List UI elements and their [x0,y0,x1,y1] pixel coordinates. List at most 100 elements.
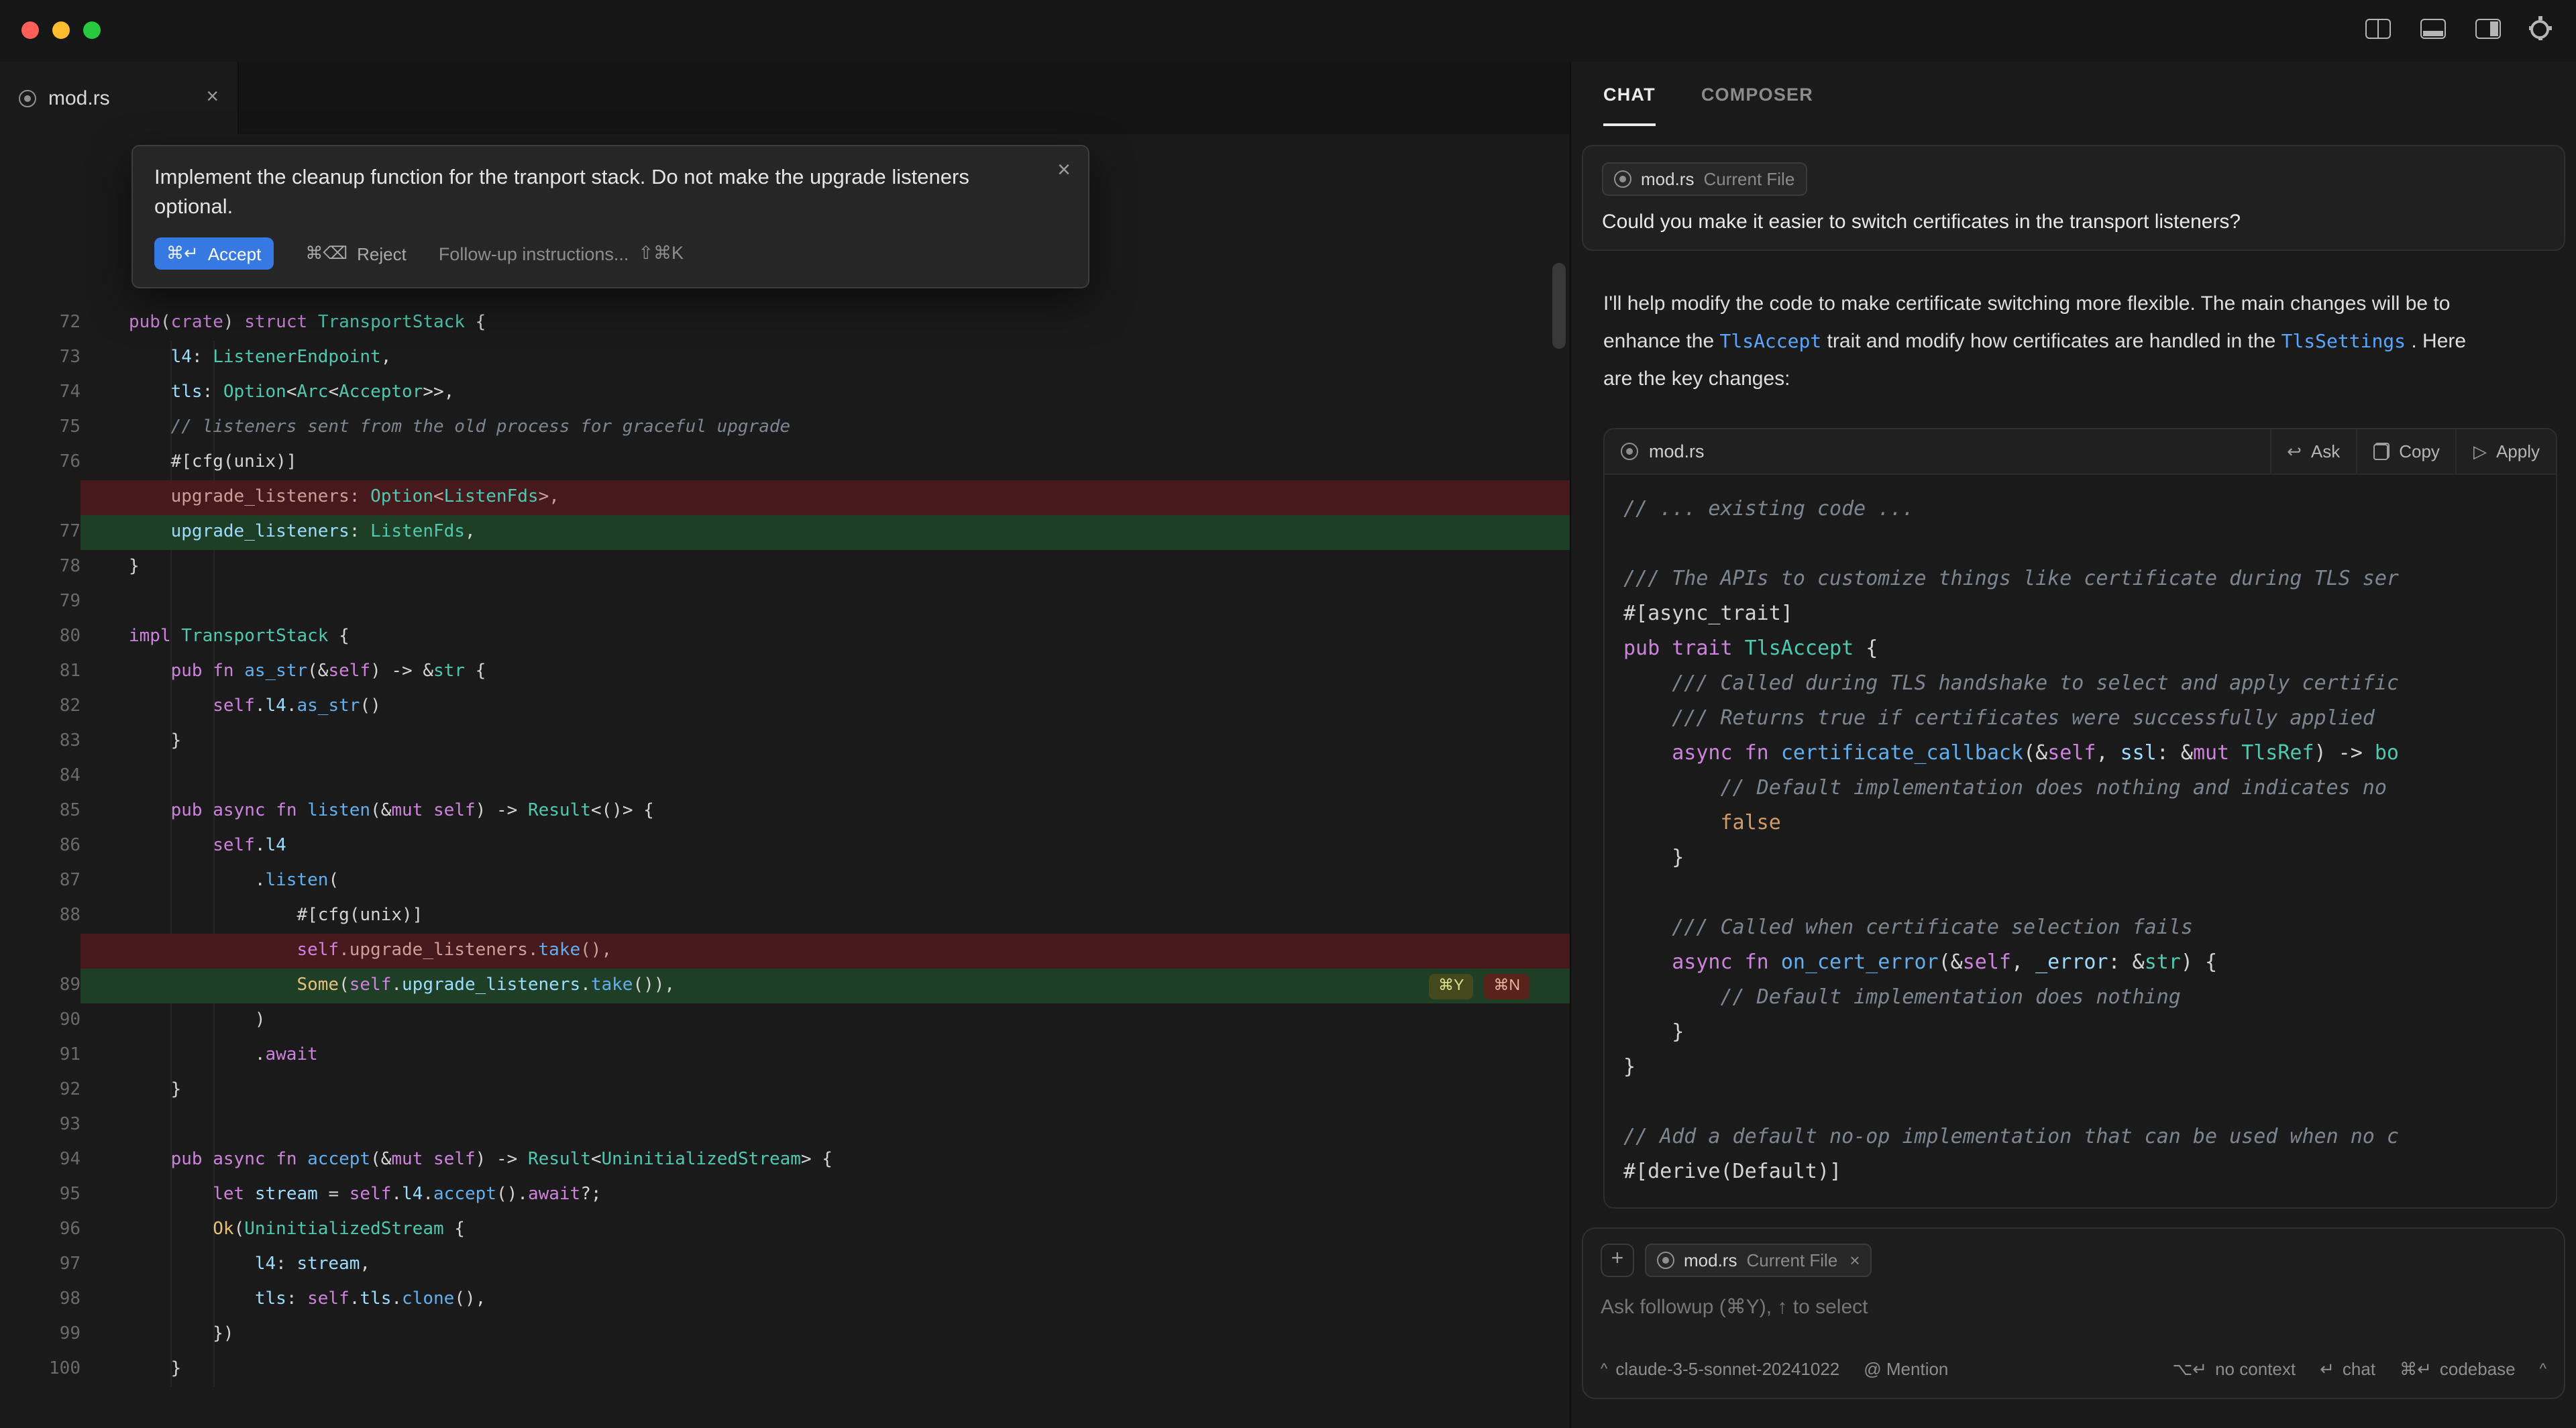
minimize-window-button[interactable] [52,21,70,39]
code-line[interactable]: /// The APIs to customize things like ce… [1623,561,2556,596]
code-line[interactable]: 78} [0,550,1570,585]
code-line[interactable]: 85 pub async fn listen(&mut self) -> Res… [0,794,1570,829]
code-line[interactable]: 87 .listen( [0,864,1570,899]
ask-icon: ↩ [2287,441,2302,462]
code-line[interactable]: #[derive(Default)] [1623,1154,2556,1189]
chat-input-placeholder[interactable]: Ask followup (⌘Y), ↑ to select [1601,1294,2546,1358]
code-line[interactable]: // Default implementation does nothing a… [1623,770,2556,805]
apply-label: Apply [2496,441,2540,461]
code-line[interactable]: /// Returns true if certificates were su… [1623,700,2556,735]
copy-label: Copy [2399,441,2440,461]
code-line[interactable]: } [1623,1049,2556,1084]
tab-chat[interactable]: CHAT [1603,62,1656,126]
copy-button[interactable]: Copy [2356,429,2456,474]
code-line[interactable]: 79 [0,585,1570,620]
code-line[interactable]: 100 } [0,1352,1570,1387]
code-line[interactable]: 90 ) [0,1003,1570,1038]
zoom-window-button[interactable] [83,21,101,39]
reject-shortcut: ⌘⌫ [305,243,347,264]
settings-gear-icon[interactable] [2530,19,2549,38]
apply-button[interactable]: ▷ Apply [2456,429,2556,474]
code-line[interactable]: #[async_trait] [1623,596,2556,630]
code-line[interactable]: 95 let stream = self.l4.accept().await?; [0,1178,1570,1213]
chat-hint[interactable]: ↵ chat [2320,1358,2375,1380]
tab-mod-rs[interactable]: mod.rs × [0,62,239,134]
code-line[interactable]: 84 [0,759,1570,794]
code-line[interactable]: } [1623,840,2556,875]
code-line[interactable]: 72pub(crate) struct TransportStack { [0,306,1570,341]
model-selector[interactable]: ^ claude-3-5-sonnet-20241022 [1601,1359,1839,1379]
popup-close-icon[interactable]: × [1057,157,1071,184]
reject-button[interactable]: ⌘⌫ Reject [305,243,407,264]
code-line[interactable]: 92 } [0,1073,1570,1108]
code-line[interactable]: self.upgrade_listeners.take(), [0,934,1570,969]
code-line[interactable]: async fn on_cert_error(&self, _error: &s… [1623,944,2556,979]
add-context-button[interactable]: + [1601,1243,1634,1276]
code-line[interactable]: 73 l4: ListenerEndpoint, [0,341,1570,376]
expand-chevron-icon[interactable]: ^ [2540,1361,2546,1377]
code-line[interactable] [1623,875,2556,910]
code-line[interactable] [1623,526,2556,561]
code-line[interactable]: 74 tls: Option<Arc<Acceptor>>, [0,376,1570,410]
code-line[interactable]: 89 Some(self.upgrade_listeners.take()),⌘… [0,969,1570,1003]
code-line[interactable]: // Default implementation does nothing [1623,979,2556,1014]
chat-messages[interactable]: mod.rs Current File Could you make it ea… [1571,126,2576,1211]
chip-tag-label: Current File [1703,169,1794,189]
inline-edit-popup: × Implement the cleanup function for the… [131,145,1089,288]
code-line[interactable]: 82 self.l4.as_str() [0,690,1570,724]
code-line[interactable]: 91 .await [0,1038,1570,1073]
editor-scrollbar[interactable] [1552,263,1566,349]
model-name: claude-3-5-sonnet-20241022 [1615,1359,1839,1379]
code-block-filename: mod.rs [1649,441,1705,461]
code-line[interactable]: upgrade_listeners: Option<ListenFds>, [0,480,1570,515]
editor-code-lines: 72pub(crate) struct TransportStack {73 l… [0,306,1570,1387]
mention-button[interactable]: @ Mention [1864,1359,1948,1379]
code-line[interactable]: async fn certificate_callback(&self, ssl… [1623,735,2556,770]
code-line[interactable]: 76 #[cfg(unix)] [0,445,1570,480]
code-line[interactable]: 96 Ok(UninitializedStream { [0,1213,1570,1248]
tab-composer[interactable]: COMPOSER [1701,62,1813,126]
code-line[interactable]: 80impl TransportStack { [0,620,1570,655]
tab-close-icon[interactable]: × [206,86,219,110]
chip-close-icon[interactable]: × [1849,1250,1860,1270]
code-area[interactable]: 72pub(crate) struct TransportStack {73 l… [0,134,1570,1428]
code-line[interactable]: 98 tls: self.tls.clone(), [0,1282,1570,1317]
context-chip[interactable]: mod.rs Current File × [1645,1243,1872,1276]
code-line[interactable]: pub trait TlsAccept { [1623,630,2556,665]
titlebar-actions [2365,19,2549,39]
close-window-button[interactable] [21,21,39,39]
code-line[interactable]: /// Called during TLS handshake to selec… [1623,665,2556,700]
code-line[interactable]: 81 pub fn as_str(&self) -> &str { [0,655,1570,690]
code-line[interactable]: } [1623,1014,2556,1049]
code-line[interactable]: /// Called when certificate selection fa… [1623,910,2556,944]
code-line[interactable]: 86 self.l4 [0,829,1570,864]
rust-file-icon [1614,170,1631,188]
chat-input-box[interactable]: + mod.rs Current File × Ask followup (⌘Y… [1582,1227,2565,1398]
accept-button[interactable]: ⌘↵ Accept [154,237,273,270]
code-line[interactable]: 75 // listeners sent from the old proces… [0,410,1570,445]
accept-diff-badge[interactable]: ⌘Y [1429,973,1473,999]
toggle-right-sidebar-icon[interactable] [2475,19,2501,39]
context-chip[interactable]: mod.rs Current File [1602,162,1807,196]
code-line[interactable]: 83 } [0,724,1570,759]
no-context-hint[interactable]: ⌥↵ no context [2172,1358,2296,1380]
inline-code: TlsAccept [1720,331,1822,353]
codebase-hint[interactable]: ⌘↵ codebase [2400,1358,2516,1380]
ask-button[interactable]: ↩ Ask [2269,429,2356,474]
apply-icon: ▷ [2473,441,2487,462]
toggle-bottom-panel-icon[interactable] [2420,19,2446,39]
code-line[interactable]: // Add a default no-op implementation th… [1623,1119,2556,1154]
code-line[interactable] [1623,1084,2556,1119]
code-line[interactable]: 93 [0,1108,1570,1143]
reject-diff-badge[interactable]: ⌘N [1484,973,1529,999]
app-window: mod.rs × 72pub(crate) struct TransportSt… [0,0,2576,1428]
code-line[interactable]: 94 pub async fn accept(&mut self) -> Res… [0,1143,1570,1178]
code-line[interactable]: 77 upgrade_listeners: ListenFds, [0,515,1570,550]
code-line[interactable]: 99 }) [0,1317,1570,1352]
split-editor-icon[interactable] [2365,19,2391,39]
code-line[interactable]: 88 #[cfg(unix)] [0,899,1570,934]
code-line[interactable]: false [1623,805,2556,840]
followup-instructions-button[interactable]: Follow-up instructions... ⇧⌘K [439,243,684,264]
code-line[interactable]: 97 l4: stream, [0,1248,1570,1282]
code-line[interactable]: // ... existing code ... [1623,491,2556,526]
